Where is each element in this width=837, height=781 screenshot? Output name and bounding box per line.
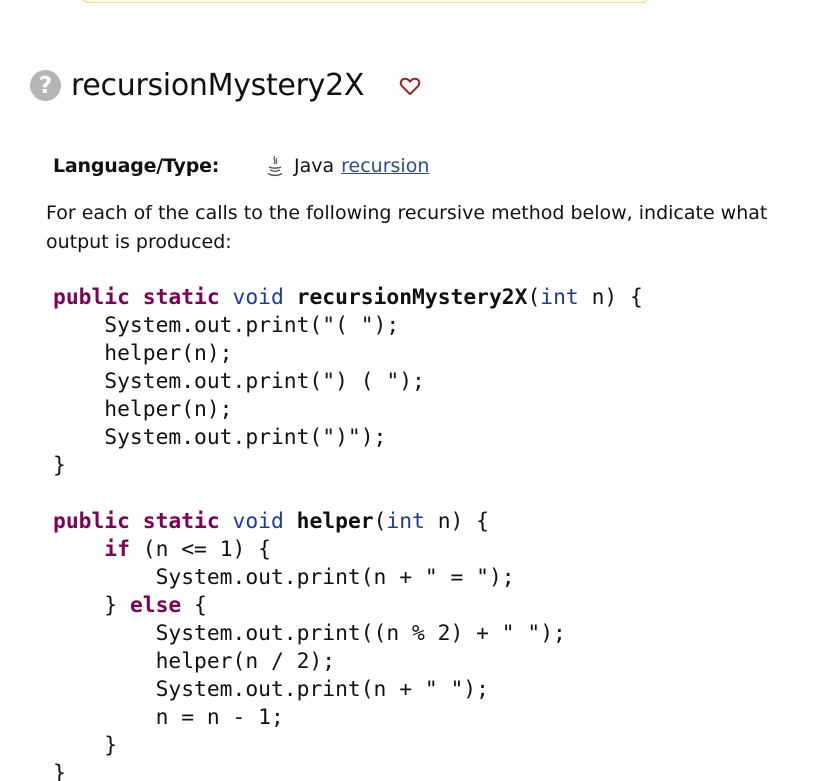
page-title: recursionMystery2X (71, 68, 365, 103)
code-line: System.out.print(n + " "); (53, 677, 489, 702)
language-type-label: Language/Type: (53, 155, 220, 177)
code-text: n) { (578, 285, 643, 310)
code-method-name: helper (296, 509, 374, 534)
code-line: public static void recursionMystery2X(in… (53, 285, 643, 310)
code-type: void (232, 285, 284, 310)
problem-description: For each of the calls to the following r… (46, 202, 768, 253)
code-line: public static void helper(int n) { (53, 509, 489, 534)
code-text: n) { (424, 509, 489, 534)
code-line: } (53, 453, 66, 478)
code-line: System.out.print(")"); (53, 425, 387, 450)
problem-page: ? recursionMystery2X Language/Type: Java… (0, 0, 837, 781)
code-line: } (53, 733, 118, 758)
topic-link[interactable]: recursion (341, 155, 429, 177)
java-icon (266, 155, 286, 177)
help-icon[interactable]: ? (30, 70, 61, 101)
code-line: } (53, 761, 66, 781)
code-line: helper(n); (53, 341, 233, 366)
code-method-name: recursionMystery2X (296, 285, 528, 310)
code-line: } else { (53, 593, 207, 618)
heart-icon[interactable] (398, 75, 422, 97)
language-name: Java (294, 155, 335, 177)
code-keyword: public (53, 509, 130, 534)
code-keyword: static (142, 285, 220, 310)
code-block: public static void recursionMystery2X(in… (53, 284, 643, 781)
code-line: System.out.print(n + " = "); (53, 565, 515, 590)
code-line: System.out.print((n % 2) + " "); (53, 621, 566, 646)
code-line: helper(n / 2); (53, 649, 336, 674)
code-keyword: public (53, 285, 130, 310)
code-keyword: else (129, 593, 182, 618)
top-banner (82, 0, 648, 3)
code-text: (n <= 1) { (129, 537, 271, 562)
code-type: void (232, 509, 284, 534)
code-type: int (540, 285, 579, 310)
code-text: } (53, 593, 130, 618)
code-line: helper(n); (53, 397, 233, 422)
meta-row: Language/Type: Java recursion (53, 155, 429, 177)
code-line: System.out.print(") ( "); (53, 369, 425, 394)
code-keyword: if (104, 537, 130, 562)
code-line: n = n - 1; (53, 705, 284, 730)
code-text: { (181, 593, 207, 618)
code-keyword: static (142, 509, 220, 534)
code-line: if (n <= 1) { (53, 537, 271, 562)
title-row: ? recursionMystery2X (30, 68, 422, 103)
code-line: System.out.print("( "); (53, 313, 400, 338)
code-type: int (386, 509, 425, 534)
